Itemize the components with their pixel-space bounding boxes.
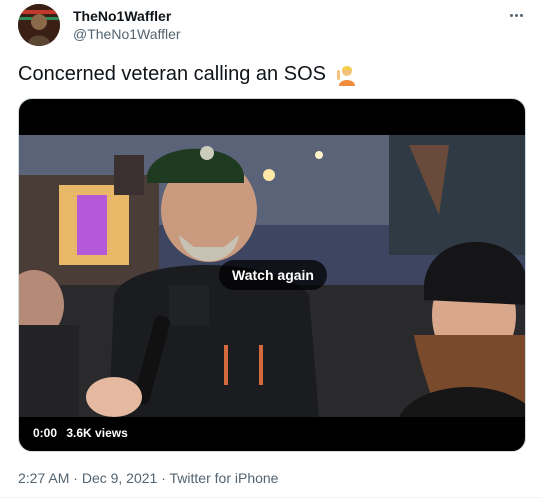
tweet-text-row: Concerned veteran calling an SOS <box>18 62 358 86</box>
raising-hand-emoji-icon <box>334 62 358 86</box>
separator-1: · <box>69 470 82 486</box>
video-player[interactable]: Watch again 0:00 3.6K views <box>18 98 526 452</box>
more-icon <box>509 13 524 17</box>
divider <box>0 497 542 498</box>
video-meta: 0:00 3.6K views <box>33 426 134 440</box>
video-time: 0:00 <box>33 426 58 440</box>
tweet-text: Concerned veteran calling an SOS <box>18 62 326 85</box>
author-display-name[interactable]: TheNo1Waffler <box>73 8 171 24</box>
author-handle[interactable]: @TheNo1Waffler <box>73 26 181 42</box>
separator-2: · <box>157 470 170 486</box>
avatar[interactable] <box>18 4 60 46</box>
tweet-source[interactable]: Twitter for iPhone <box>170 470 279 486</box>
watch-again-button[interactable]: Watch again <box>219 260 327 290</box>
tweet-date[interactable]: Dec 9, 2021 <box>82 470 158 486</box>
more-options-button[interactable] <box>504 6 528 24</box>
video-views: 3.6K views <box>66 426 128 440</box>
tweet-time[interactable]: 2:27 AM <box>18 470 69 486</box>
tweet-timestamp: 2:27 AM · Dec 9, 2021 · Twitter for iPho… <box>18 470 278 486</box>
